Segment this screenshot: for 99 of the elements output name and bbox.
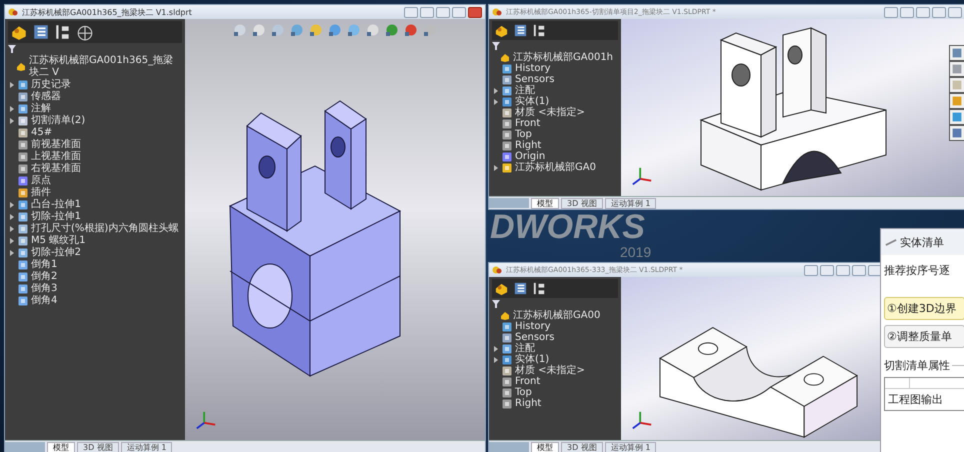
sphere-icon[interactable] (385, 23, 399, 37)
view-tab[interactable]: 模型 (531, 442, 559, 452)
group-title: 切割清单属性 (884, 358, 952, 373)
tree-item[interactable]: 45# (31, 127, 52, 139)
tile-button[interactable] (420, 6, 434, 18)
tree-item[interactable]: 前视基准面 (31, 139, 81, 151)
part-icon (500, 310, 510, 320)
tree-item[interactable]: 实体(1) (515, 354, 550, 365)
tree-item[interactable]: 江苏标机械部GA001h (513, 52, 614, 63)
window-title: 江苏标机械部GA001h365_拖梁块二 V1.sldprt (22, 6, 193, 18)
tree-item[interactable]: 右视基准面 (31, 163, 81, 175)
expand-arrow-icon[interactable] (494, 98, 498, 104)
tree-item[interactable]: 倒角1 (31, 259, 58, 271)
maximize-button[interactable] (932, 6, 946, 18)
splash-wordmark: DWORKS (490, 208, 645, 247)
expand-arrow-icon[interactable] (494, 164, 498, 170)
expand-arrow-icon[interactable] (494, 346, 498, 352)
tree-item[interactable]: 江苏标机械部GA0 (515, 162, 596, 173)
tree-item[interactable]: Right (515, 140, 542, 151)
tree-item[interactable]: 上视基准面 (31, 151, 81, 163)
tree-item[interactable]: History (515, 321, 551, 332)
tree-item[interactable]: 传感器 (31, 91, 61, 103)
expand-arrow-icon[interactable] (10, 214, 14, 220)
expand-arrow-icon[interactable] (10, 250, 14, 256)
tree-item[interactable]: 切割清单(2) (31, 115, 86, 127)
tree-item[interactable]: Right (515, 398, 542, 409)
tree-item[interactable]: History (515, 63, 551, 74)
tile-button[interactable] (900, 6, 914, 18)
expand-arrow-icon[interactable] (10, 202, 14, 208)
tree-item[interactable]: Sensors (515, 74, 554, 85)
tree-item[interactable]: 注配 (515, 343, 535, 354)
step-button[interactable]: ②调整质量单 (884, 325, 964, 348)
minimize-button[interactable] (836, 264, 850, 276)
list-item[interactable]: 工程图输出 (885, 389, 964, 410)
tree-item[interactable]: 倒角3 (31, 283, 58, 295)
tree-item[interactable]: 实体(1) (515, 96, 550, 107)
maximize-button[interactable] (852, 264, 866, 276)
tree-item[interactable]: Front (515, 118, 540, 129)
expand-arrow-icon[interactable] (494, 356, 498, 362)
part-icon (16, 62, 26, 72)
filter-icon[interactable] (8, 45, 16, 53)
tree-item[interactable]: 切除-拉伸1 (31, 211, 81, 223)
step-button[interactable]: ①创建3D边界 (884, 297, 964, 320)
tree-item[interactable]: 倒角4 (31, 295, 58, 307)
view-tab[interactable]: 模型 (531, 198, 559, 208)
axis-triad-icon (195, 410, 217, 432)
tree-item[interactable]: Top (515, 129, 532, 140)
expand-arrow-icon[interactable] (10, 238, 14, 244)
tree-item[interactable]: Sensors (515, 332, 554, 343)
tree-item[interactable]: 材质 <未指定> (515, 365, 585, 376)
expand-arrow-icon[interactable] (10, 106, 14, 112)
part-tab-icon[interactable] (494, 281, 509, 296)
axis-triad-icon (631, 410, 653, 432)
tree-item[interactable]: 注解 (31, 103, 51, 115)
tree-item[interactable]: Front (515, 376, 540, 387)
tree-item[interactable]: 历史记录 (31, 79, 71, 91)
part-tab-icon[interactable] (494, 23, 509, 38)
tree-item[interactable]: 倒角2 (31, 271, 58, 283)
view-tab[interactable]: 模型 (47, 442, 75, 452)
tree-item[interactable]: 注配 (515, 85, 535, 96)
view-tab[interactable]: 运动算例 1 (120, 442, 172, 452)
restore-button[interactable] (804, 264, 818, 276)
tree-item[interactable]: 江苏标机械部GA001h365_拖梁块二 V (29, 55, 182, 79)
tree-item[interactable]: 凸台-拉伸1 (31, 199, 81, 211)
view-tab[interactable]: 3D 视图 (561, 198, 603, 208)
expand-arrow-icon[interactable] (10, 118, 14, 124)
tree-item[interactable]: Top (515, 387, 532, 398)
part-icon (492, 7, 502, 17)
splash-year: 2019 (620, 244, 652, 260)
axis-triad-icon (631, 166, 653, 188)
tree-item[interactable]: 原点 (31, 175, 51, 187)
tree-item[interactable]: 打孔尺寸(%根据)内六角圆柱头螺 (31, 223, 178, 235)
view-tab[interactable]: 运动算例 1 (604, 198, 656, 208)
expand-arrow-icon[interactable] (10, 226, 14, 232)
filter-icon[interactable] (492, 300, 500, 308)
globe-icon[interactable] (76, 23, 94, 41)
part-icon (500, 52, 510, 62)
restore-button[interactable] (404, 6, 418, 18)
dialog-title: 实体清单 (900, 234, 944, 250)
tree-item[interactable]: 材质 <未指定> (515, 107, 585, 118)
hint-text: 推荐按序号逐 (884, 263, 951, 278)
view-tab[interactable]: 运动算例 1 (604, 442, 656, 452)
tree-item[interactable]: 插件 (31, 187, 51, 199)
view-tab[interactable]: 3D 视图 (561, 442, 603, 452)
restore-button[interactable] (884, 6, 898, 18)
close-button[interactable] (468, 6, 482, 18)
tile-button[interactable] (820, 264, 834, 276)
filter-icon[interactable] (492, 42, 500, 50)
view-tab[interactable]: 3D 视图 (77, 442, 119, 452)
minimize-button[interactable] (436, 6, 450, 18)
minimize-button[interactable] (916, 6, 930, 18)
tree-item[interactable]: M5 螺纹孔1 (31, 235, 86, 247)
part-icon (8, 7, 18, 17)
expand-arrow-icon[interactable] (494, 88, 498, 94)
tree-item[interactable]: Origin (515, 151, 546, 162)
tree-item[interactable]: 江苏标机械部GA00 (513, 310, 600, 321)
tree-item[interactable]: 切除-拉伸2 (31, 247, 81, 259)
expand-arrow-icon[interactable] (10, 82, 14, 88)
part-icon (492, 265, 502, 275)
